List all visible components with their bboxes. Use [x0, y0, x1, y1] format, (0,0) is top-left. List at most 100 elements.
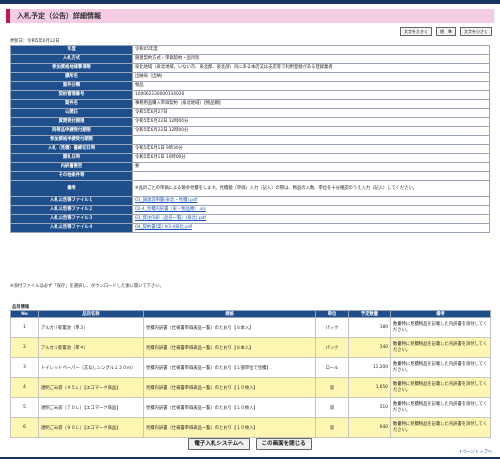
attachment-label: 入札公告等ファイル１ — [10, 196, 133, 206]
font-smaller-button[interactable]: 文字を小さく — [460, 27, 492, 36]
info-label: 入札方式 — [10, 54, 133, 64]
info-row: 開札日時 令和5年6月1日 10時00分 — [10, 153, 490, 163]
info-label: 課所名 — [10, 72, 133, 82]
item-unit: ロール — [315, 357, 349, 378]
close-window-button[interactable]: この画面を閉じる — [255, 438, 312, 450]
item-remark: 数量特に見積物品を記載した内訳書を添付してください。 — [390, 337, 491, 358]
info-row: 入札方式 随意契約方式・単価契約・品目別 — [10, 54, 490, 64]
item-name: アルカリ乾電池（単３） — [38, 317, 144, 338]
info-label: 参加資格申請受付期限 — [10, 135, 133, 145]
item-spec: 見積内訳書（仕様書単価表品一覧）のとおり【１０枚入】 — [143, 397, 316, 418]
e-bid-system-button[interactable]: 電子入札システムへ — [188, 438, 250, 450]
attachment-label: 入札公告等ファイル２ — [10, 205, 133, 215]
item-no: 5 — [10, 397, 39, 418]
page-top-link[interactable]: ↑ページトップへ — [458, 449, 492, 455]
info-label: 同等品申請受付期限 — [10, 126, 133, 136]
table-row: 2 アルカリ乾電池（単４） 見積内訳書（仕様書単価表品一覧）のとおり【８本入】 … — [10, 337, 491, 358]
item-unit: パック — [315, 317, 349, 338]
page-title-bar: 入札予定（公告）詳細情報 — [6, 9, 494, 23]
info-value: 令和5年6月1日 10時00分 — [132, 153, 490, 163]
item-spec: 見積内訳書（仕様書単価表品一覧）のとおり【８本入】 — [143, 337, 316, 358]
info-label: 案件名 — [10, 99, 133, 109]
attachment-label: 入札公告等ファイル３ — [10, 214, 133, 224]
item-remark: 数量特に見積物品を記載した内訳書を添付してください。 — [390, 397, 491, 418]
table-row: 3 トイレットペーパー（芯なしシングル１３０ｍ） 見積内訳書（仕様書単価表品一覧… — [10, 357, 491, 378]
info-label: 質問受付期限 — [10, 117, 133, 127]
info-value: 令和5年6月22日 12時00分 — [132, 117, 490, 127]
info-row: 案件分類 物品 — [10, 81, 490, 91]
info-value: 泉北地域（泉北地域、いない市、泉北郡、泉北部）内にある本店又は支店等で利用登録が… — [132, 63, 490, 73]
attachment-link-1[interactable]: 01_調達説明書(泉北・見積).pdf — [135, 198, 197, 203]
col-header-unit: 単位 — [315, 310, 349, 318]
info-value — [132, 135, 490, 145]
info-row: 入札（見積）書締切日時 令和5年6月1日 9時30分 — [10, 144, 490, 154]
item-unit: 袋 — [315, 377, 349, 398]
item-remark: 数量特に見積物品を記載した内訳書を添付してください。 — [390, 377, 491, 398]
item-unit: パック — [315, 337, 349, 358]
info-label: 内訳書要否 — [10, 162, 133, 172]
item-unit: 袋 — [315, 417, 349, 438]
item-qty: 510 — [348, 397, 391, 418]
action-buttons: 電子入札システムへ この画面を閉じる — [0, 438, 500, 450]
info-row: 内訳書要否要 — [10, 162, 490, 172]
info-row: 年度 令和05年度 — [10, 45, 490, 55]
info-label: 公開日 — [10, 108, 133, 118]
item-spec: 見積内訳書（仕様書単価表品一覧）のとおり【１０枚入】 — [143, 417, 316, 438]
item-remark: 数量特に見積物品を記載した内訳書を添付してください。 — [390, 357, 491, 378]
info-row: 課所名 出納局（出納） — [10, 72, 490, 82]
col-header-no: No — [10, 310, 39, 318]
attachment-link-3[interactable]: 03_発注内訳（品名一覧）(泉北).pdf — [135, 216, 206, 221]
info-value: 事務用品購入単価契約（泉北地域）【物品類】 — [132, 99, 490, 109]
info-value: 要 — [132, 162, 490, 172]
item-name: 透明ごみ袋（９０Ｌ）【エコマーク商品】 — [38, 417, 144, 438]
item-no: 6 — [10, 417, 39, 438]
col-header-qty: 予定数量 — [348, 310, 391, 318]
item-qty: 640 — [348, 417, 391, 438]
info-label: 入札（見積）書締切日時 — [10, 144, 133, 154]
info-label: 案件分類 — [10, 81, 133, 91]
info-row: 案件名 事務用品購入単価契約（泉北地域）【物品類】 — [10, 99, 490, 109]
item-name: 透明ごみ袋（７０Ｌ）【エコマーク商品】 — [38, 397, 144, 418]
info-label: 年度 — [10, 45, 133, 55]
info-label: その他条件等 — [10, 171, 133, 181]
attachment-link-4[interactable]: 04_契約書(案) ※3-4泉北.pdf — [135, 225, 192, 230]
info-row: 参加資格申請受付期限 — [10, 135, 490, 145]
font-size-controls: 文字を大きく 標 準 文字を小さく — [400, 27, 492, 36]
attachment-label: 入札公告等ファイル４ — [10, 223, 133, 233]
item-unit: 袋 — [315, 397, 349, 418]
item-no: 1 — [10, 317, 39, 338]
info-value: ※品目ごとの単価による競争見積をします。見積額（単価）入力（記入）の際は、物品の… — [132, 180, 490, 197]
top-bar — [0, 0, 500, 4]
table-row: 6 透明ごみ袋（９０Ｌ）【エコマーク商品】 見積内訳書（仕様書単価表品一覧）のと… — [10, 417, 491, 438]
table-row: 1 アルカリ乾電池（単３） 見積内訳書（仕様書単価表品一覧）のとおり【８本入】 … — [10, 317, 491, 338]
items-header-row: No 品目名称 規格 単位 予定数量 備考 — [10, 310, 491, 318]
info-value: 随意契約方式・単価契約・品目別 — [132, 54, 490, 64]
info-label: 備考 — [10, 180, 133, 197]
info-value: 令和5年6月1日 9時30分 — [132, 144, 490, 154]
info-row: 同等品申請受付期限 令和5年6月22日 12時00分 — [10, 126, 490, 136]
font-standard-button[interactable]: 標 準 — [436, 27, 456, 36]
item-qty: 140 — [348, 337, 391, 358]
col-header-spec: 規格 — [143, 310, 316, 318]
attachment-row: 入札公告等ファイル３ 03_発注内訳（品名一覧）(泉北).pdf — [10, 214, 490, 224]
info-label: 開札日時 — [10, 153, 133, 163]
attachment-link-2[interactable]: 02-4_見積内訳書（泉・物品類）.xls — [135, 207, 206, 212]
info-value: 令和5年6月27日 — [132, 108, 490, 118]
item-remark: 数量特に見積物品を記載した内訳書を添付してください。 — [390, 417, 491, 438]
table-row: 5 透明ごみ袋（７０Ｌ）【エコマーク商品】 見積内訳書（仕様書単価表品一覧）のと… — [10, 397, 491, 418]
table-row: 4 透明ごみ袋（４５Ｌ）【エコマーク商品】 見積内訳書（仕様書単価表品一覧）のと… — [10, 377, 491, 398]
info-row: 質問受付期限 令和5年6月22日 12時00分 — [10, 117, 490, 127]
col-header-remark: 備考 — [390, 310, 491, 318]
info-label: 契約管理番号 — [10, 90, 133, 100]
item-no: 3 — [10, 357, 39, 378]
item-qty: 1,650 — [348, 377, 391, 398]
font-larger-button[interactable]: 文字を大きく — [400, 27, 432, 36]
info-value: 令和5年6月22日 12時00分 — [132, 126, 490, 136]
item-no: 4 — [10, 377, 39, 398]
item-remark: 数量特に見積物品を記載した内訳書を添付してください。 — [390, 317, 491, 338]
item-spec: 見積内訳書（仕様書単価表品一覧）のとおり【８本入】 — [143, 317, 316, 338]
info-label: 参加資格地域事項等 — [10, 63, 133, 73]
item-qty: 180 — [348, 317, 391, 338]
info-row: 契約管理番号 100062230000134026 — [10, 90, 490, 100]
info-row: 公開日 令和5年6月27日 — [10, 108, 490, 118]
